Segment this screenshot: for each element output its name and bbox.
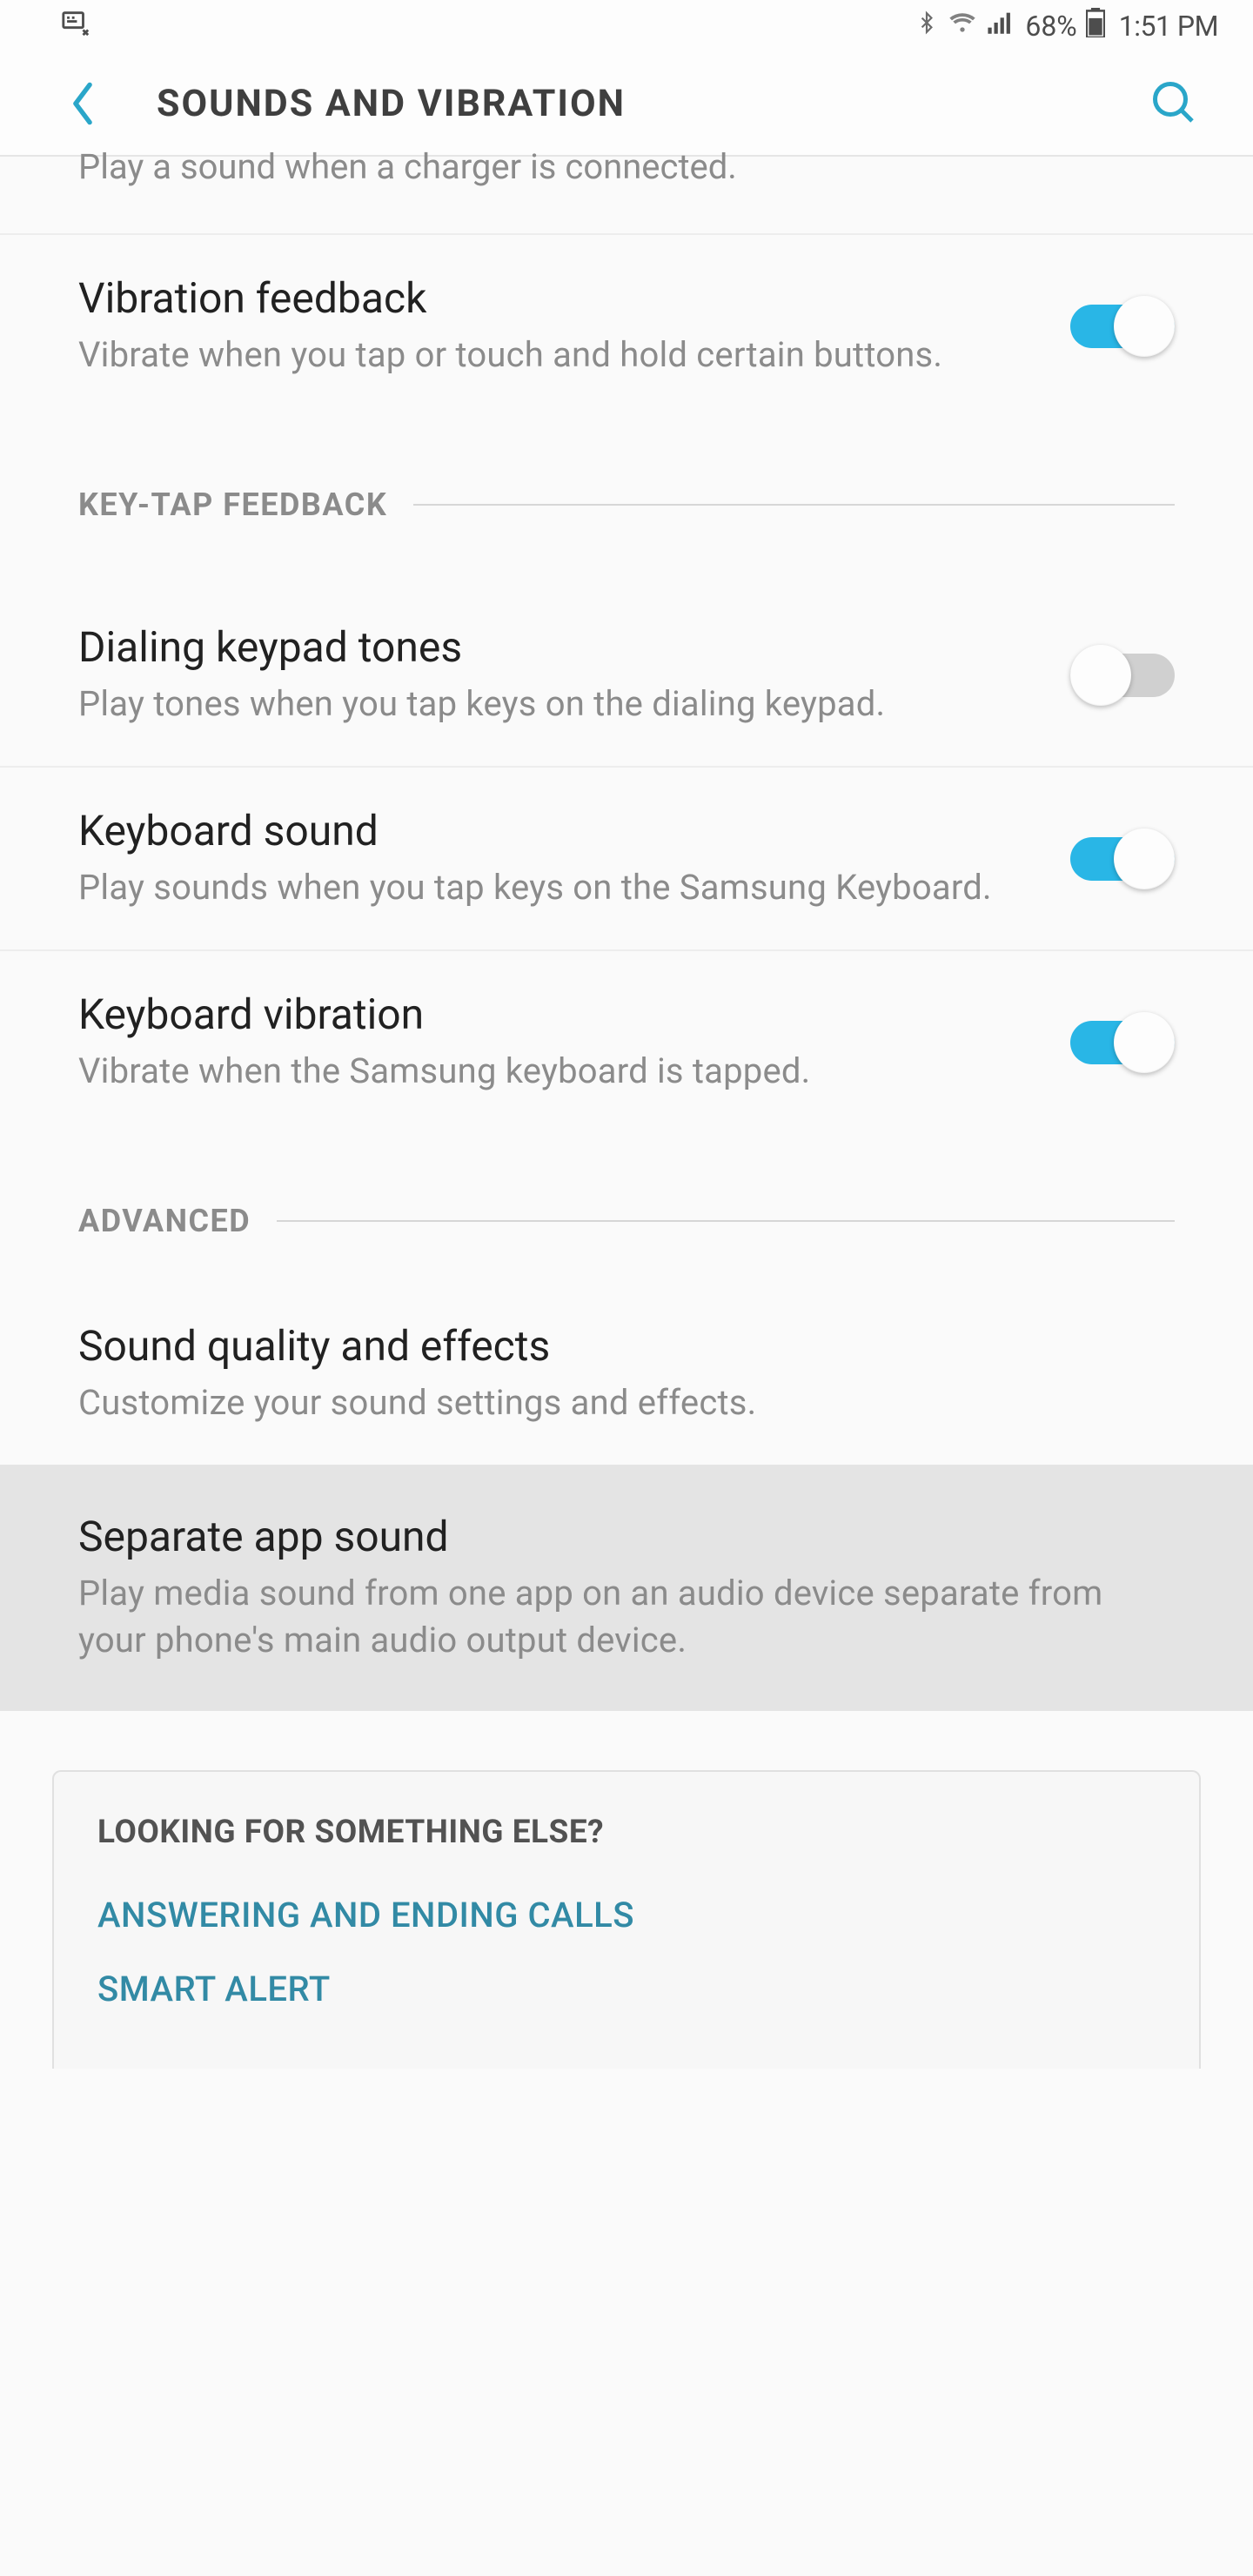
row-charging-sounds-partial[interactable]: Play a sound when a charger is connected…	[0, 146, 1253, 223]
section-header-keytap: KEY-TAP FEEDBACK	[0, 417, 1253, 540]
toggle-keyboard-vibration[interactable]	[1070, 1012, 1175, 1073]
row-subtitle: Play media sound from one app on an audi…	[78, 1570, 1175, 1664]
link-answering-ending-calls[interactable]: ANSWERING AND ENDING CALLS	[97, 1895, 1156, 1935]
row-subtitle: Customize your sound settings and effect…	[78, 1379, 1175, 1426]
section-header-advanced: ADVANCED	[0, 1133, 1253, 1257]
row-subtitle: Vibrate when the Samsung keyboard is tap…	[78, 1048, 1035, 1095]
back-button[interactable]	[61, 82, 104, 125]
related-heading: LOOKING FOR SOMETHING ELSE?	[97, 1814, 1156, 1851]
signal-icon	[987, 10, 1016, 43]
row-title: Sound quality and effects	[78, 1321, 1175, 1371]
input-method-icon	[61, 8, 90, 44]
row-subtitle: Play sounds when you tap keys on the Sam…	[78, 864, 1035, 911]
settings-list: Play a sound when a charger is connected…	[0, 157, 1253, 2069]
battery-icon	[1086, 8, 1105, 44]
divider	[413, 504, 1175, 506]
section-label: KEY-TAP FEEDBACK	[78, 486, 387, 523]
row-title: Dialing keypad tones	[78, 622, 1035, 672]
toggle-dialing-tones[interactable]	[1070, 645, 1175, 706]
wifi-icon	[947, 9, 978, 44]
clock: 1:51 PM	[1119, 10, 1218, 43]
row-title: Keyboard sound	[78, 806, 1035, 855]
battery-pct: 68%	[1025, 10, 1076, 43]
row-keyboard-vibration[interactable]: Keyboard vibration Vibrate when the Sams…	[0, 949, 1253, 1133]
bluetooth-icon	[915, 9, 938, 44]
toggle-keyboard-sound[interactable]	[1070, 828, 1175, 889]
row-sound-quality-effects[interactable]: Sound quality and effects Customize your…	[0, 1283, 1253, 1465]
page-title: SOUNDS AND VIBRATION	[157, 82, 1149, 125]
row-subtitle: Vibrate when you tap or touch and hold c…	[78, 332, 1035, 379]
row-subtitle: Play a sound when a charger is connected…	[78, 146, 737, 187]
row-keyboard-sound[interactable]: Keyboard sound Play sounds when you tap …	[0, 766, 1253, 949]
row-dialing-keypad-tones[interactable]: Dialing keypad tones Play tones when you…	[0, 584, 1253, 766]
status-bar: 68% 1:51 PM	[0, 0, 1253, 52]
row-title: Vibration feedback	[78, 273, 1035, 323]
row-title: Separate app sound	[78, 1512, 1175, 1561]
divider	[277, 1220, 1175, 1222]
toggle-vibration-feedback[interactable]	[1070, 296, 1175, 357]
row-title: Keyboard vibration	[78, 989, 1035, 1039]
row-separate-app-sound[interactable]: Separate app sound Play media sound from…	[0, 1465, 1253, 1711]
section-label: ADVANCED	[78, 1203, 251, 1239]
row-subtitle: Play tones when you tap keys on the dial…	[78, 681, 1035, 728]
app-bar: SOUNDS AND VIBRATION	[0, 52, 1253, 157]
search-button[interactable]	[1149, 77, 1201, 130]
row-vibration-feedback[interactable]: Vibration feedback Vibrate when you tap …	[0, 233, 1253, 417]
link-smart-alert[interactable]: SMART ALERT	[97, 1969, 1156, 2009]
related-settings-card: LOOKING FOR SOMETHING ELSE? ANSWERING AN…	[52, 1770, 1201, 2069]
